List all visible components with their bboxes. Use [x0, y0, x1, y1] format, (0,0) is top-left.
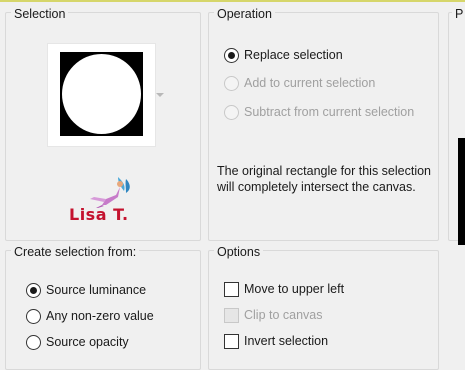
radio-label: Source luminance	[46, 283, 147, 297]
operation-note: The original rectangle for this selectio…	[217, 164, 432, 194]
preview-dropdown-arrow-icon[interactable]	[156, 93, 164, 97]
selection-preview[interactable]	[47, 43, 156, 147]
radio-label: Any non-zero value	[46, 309, 154, 323]
selection-group-title: Selection	[11, 7, 69, 21]
radio-button-icon[interactable]	[26, 335, 41, 350]
radio-label: Add to current selection	[244, 76, 376, 90]
operation-group-title: Operation	[214, 7, 275, 21]
checkbox-label: Invert selection	[244, 334, 329, 348]
radio-button-icon[interactable]	[26, 283, 41, 298]
top-accent-line	[0, 0, 465, 2]
checkbox-clip-to-canvas[interactable]: Clip to canvas	[224, 308, 323, 323]
radio-label: Source opacity	[46, 335, 129, 349]
radio-label: Subtract from current selection	[244, 105, 415, 119]
create-from-group-title: Create selection from:	[11, 245, 140, 259]
checkbox-label: Move to upper left	[244, 282, 345, 296]
checkbox-invert-selection[interactable]: Invert selection	[224, 334, 328, 349]
radio-button-icon[interactable]	[26, 309, 41, 324]
preview-mask-square	[60, 52, 143, 136]
lisa-t-logo: Lisa T.	[66, 175, 146, 233]
checkbox-move-to-upper-left[interactable]: Move to upper left	[224, 282, 344, 297]
checkbox-icon[interactable]	[224, 308, 239, 323]
radio-button-icon[interactable]	[224, 48, 239, 63]
logo-text: Lisa T.	[69, 205, 129, 224]
radio-any-non-zero-value[interactable]: Any non-zero value	[26, 309, 154, 324]
radio-add-to-selection[interactable]: Add to current selection	[224, 76, 375, 91]
options-group-title: Options	[214, 245, 264, 259]
checkbox-icon[interactable]	[224, 282, 239, 297]
preview-mask-circle	[62, 54, 141, 134]
fairy-icon	[90, 177, 130, 208]
operation-group: Operation	[208, 7, 439, 241]
radio-button-icon[interactable]	[224, 76, 239, 91]
radio-label: Replace selection	[244, 48, 343, 62]
checkbox-label: Clip to canvas	[244, 308, 323, 322]
radio-source-opacity[interactable]: Source opacity	[26, 335, 129, 350]
partial-preview-edge	[458, 138, 465, 245]
radio-source-luminance[interactable]: Source luminance	[26, 283, 146, 298]
radio-replace-selection[interactable]: Replace selection	[224, 48, 343, 63]
checkbox-icon[interactable]	[224, 334, 239, 349]
radio-button-icon[interactable]	[224, 105, 239, 120]
radio-subtract-from-selection[interactable]: Subtract from current selection	[224, 105, 414, 120]
selection-group: Selection Lisa T.	[5, 7, 201, 241]
partial-group-title: P	[452, 7, 465, 21]
